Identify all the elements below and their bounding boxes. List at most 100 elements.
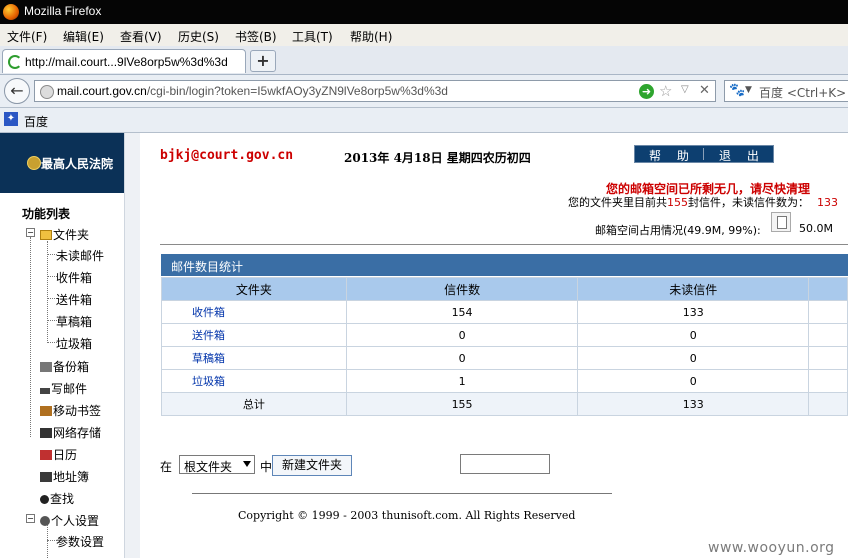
url-host: mail.court.gov.cn bbox=[57, 84, 147, 98]
sidebar-item-folders[interactable]: 文件夹 bbox=[40, 226, 89, 243]
sidebar-item-drafts[interactable]: 草稿箱 bbox=[56, 313, 92, 330]
sidebar-item-label: 网络存储 bbox=[53, 426, 102, 440]
menu-bar: 文件(F) 编辑(E) 查看(V) 历史(S) 书签(B) 工具(T) 帮助(H… bbox=[0, 24, 848, 47]
sidebar-item-address-book[interactable]: 地址簿 bbox=[40, 468, 89, 485]
url-text[interactable]: mail.court.gov.cn/cgi-bin/login?token=I5… bbox=[57, 84, 448, 98]
search-engine-caret-icon[interactable]: ▼ bbox=[745, 85, 752, 95]
tab-strip: http://mail.court...9lVe8orp5w%3d%3d + bbox=[0, 46, 848, 75]
baidu-paw-icon[interactable]: 🐾 bbox=[729, 83, 745, 98]
sidebar-item-label: 日历 bbox=[53, 448, 78, 462]
count-prefix: 您的文件夹里目前共 bbox=[568, 196, 667, 209]
address-book-icon bbox=[40, 472, 52, 482]
chevron-down-icon bbox=[243, 461, 251, 467]
court-logo-text: 最高人民法院 bbox=[41, 157, 114, 171]
watermark: www.wooyun.org bbox=[708, 540, 835, 556]
create-folder-button[interactable]: 新建文件夹 bbox=[272, 455, 352, 476]
row-folder-link[interactable]: 垃圾箱 bbox=[161, 369, 347, 393]
button-separator bbox=[703, 148, 704, 160]
backup-icon bbox=[40, 362, 52, 372]
header-separator bbox=[160, 244, 848, 245]
folder-name-input[interactable] bbox=[460, 454, 550, 474]
menu-edit[interactable]: 编辑(E) bbox=[63, 28, 104, 45]
table-row: 收件箱 154 133 bbox=[161, 300, 848, 324]
collapse-settings-icon[interactable]: − bbox=[26, 514, 35, 523]
menu-tools[interactable]: 工具(T) bbox=[292, 28, 333, 45]
usage-gauge-icon bbox=[771, 212, 791, 232]
sidebar-item-label: 备份箱 bbox=[53, 360, 90, 374]
sidebar-item-backup[interactable]: 备份箱 bbox=[40, 358, 89, 375]
sidebar-item-label: 地址簿 bbox=[53, 470, 90, 484]
sidebar-item-compose[interactable]: 写邮件 bbox=[40, 380, 87, 397]
logout-button[interactable]: 退 出 bbox=[719, 147, 765, 164]
copyright-text: Copyright © 1999 - 2003 thunisoft.com. A… bbox=[238, 509, 576, 522]
row-extra bbox=[808, 346, 848, 370]
tab-active[interactable]: http://mail.court...9lVe8orp5w%3d%3d bbox=[2, 49, 246, 73]
history-dropdown-icon[interactable]: ▽ bbox=[681, 84, 689, 95]
url-path: /cgi-bin/login?token=I5wkfAOy3yZN9lVe8or… bbox=[146, 84, 448, 98]
row-folder-link[interactable]: 草稿箱 bbox=[161, 346, 347, 370]
search-bar[interactable]: 🐾 ▼ 百度 <Ctrl+K> bbox=[724, 80, 848, 102]
sidebar-item-sent[interactable]: 送件箱 bbox=[56, 291, 92, 308]
menu-bookmarks[interactable]: 书签(B) bbox=[235, 28, 277, 45]
function-list-title: 功能列表 bbox=[22, 207, 71, 221]
sidebar-item-label: 个人设置 bbox=[51, 514, 100, 528]
menu-view[interactable]: 查看(V) bbox=[120, 28, 162, 45]
firefox-logo-icon bbox=[3, 4, 19, 20]
stop-icon[interactable]: ✕ bbox=[699, 83, 710, 98]
usage-label: 邮箱空间占用情况(49.9M, 99%): bbox=[595, 224, 761, 237]
row-count: 154 bbox=[345, 300, 579, 324]
folder-icon bbox=[40, 230, 52, 240]
user-email: bjkj@court.gov.cn bbox=[160, 148, 294, 163]
footer-separator bbox=[192, 493, 612, 494]
search-icon bbox=[40, 495, 49, 504]
loading-icon bbox=[8, 55, 22, 69]
tree-line bbox=[30, 237, 31, 437]
back-button[interactable]: ← bbox=[4, 78, 30, 104]
total-unread: 133 bbox=[577, 392, 810, 416]
count-total: 155 bbox=[667, 196, 688, 209]
zhong-label: 中 bbox=[260, 460, 273, 474]
tree-line bbox=[47, 525, 48, 558]
bookmark-star-icon[interactable]: ☆ bbox=[659, 82, 672, 100]
window-title: Mozilla Firefox bbox=[24, 4, 102, 18]
globe-icon bbox=[40, 85, 54, 99]
help-button[interactable]: 帮 助 bbox=[649, 147, 695, 164]
parent-folder-select[interactable]: 根文件夹 bbox=[179, 455, 255, 474]
table-row: 垃圾箱 1 0 bbox=[161, 369, 848, 393]
menu-file[interactable]: 文件(F) bbox=[7, 28, 47, 45]
table-row: 草稿箱 0 0 bbox=[161, 346, 848, 370]
menu-help[interactable]: 帮助(H) bbox=[350, 28, 392, 45]
sidebar-item-preferences[interactable]: 参数设置 bbox=[56, 533, 104, 550]
parent-folder-value: 根文件夹 bbox=[184, 460, 233, 474]
network-storage-icon bbox=[40, 428, 52, 438]
sidebar-item-search[interactable]: 查找 bbox=[40, 490, 74, 507]
go-arrow-icon[interactable]: ➜ bbox=[639, 84, 654, 99]
sidebar-divider[interactable] bbox=[124, 133, 140, 558]
sidebar-item-label: 写邮件 bbox=[51, 382, 88, 396]
sidebar-item-calendar[interactable]: 日历 bbox=[40, 446, 77, 463]
court-emblem-icon bbox=[27, 156, 41, 170]
collapse-folders-icon[interactable]: − bbox=[26, 228, 35, 237]
row-extra bbox=[808, 300, 848, 324]
row-folder-link[interactable]: 送件箱 bbox=[161, 323, 347, 347]
count-mid: 封信件，未读信件数为： bbox=[688, 196, 809, 209]
usage-value: 50.0M bbox=[799, 222, 833, 235]
bookmark-baidu[interactable]: 百度 bbox=[24, 113, 48, 130]
current-date: 2013年 4月18日 星期四农历初四 bbox=[344, 151, 531, 165]
url-bar[interactable]: mail.court.gov.cn/cgi-bin/login?token=I5… bbox=[34, 80, 716, 102]
column-header-extra bbox=[808, 277, 848, 301]
new-tab-button[interactable]: + bbox=[250, 50, 276, 72]
row-folder-link[interactable]: 收件箱 bbox=[161, 300, 347, 324]
baidu-bookmark-icon: ✦ bbox=[4, 112, 18, 126]
stats-header: 邮件数目统计 bbox=[161, 254, 848, 276]
sidebar-item-mobile-bookmark[interactable]: 移动书签 bbox=[40, 402, 101, 419]
sidebar-item-trash[interactable]: 垃圾箱 bbox=[56, 335, 92, 352]
menu-history[interactable]: 历史(S) bbox=[178, 28, 219, 45]
sidebar-item-unread[interactable]: 未读邮件 bbox=[56, 247, 104, 264]
row-unread: 0 bbox=[577, 369, 810, 393]
sidebar-item-label: 文件夹 bbox=[53, 228, 90, 242]
sidebar-item-settings[interactable]: 个人设置 bbox=[40, 512, 99, 529]
sidebar-item-network-storage[interactable]: 网络存储 bbox=[40, 424, 101, 441]
table-header-row: 文件夹 信件数 未读信件 bbox=[161, 277, 848, 301]
sidebar-item-inbox[interactable]: 收件箱 bbox=[56, 269, 92, 286]
